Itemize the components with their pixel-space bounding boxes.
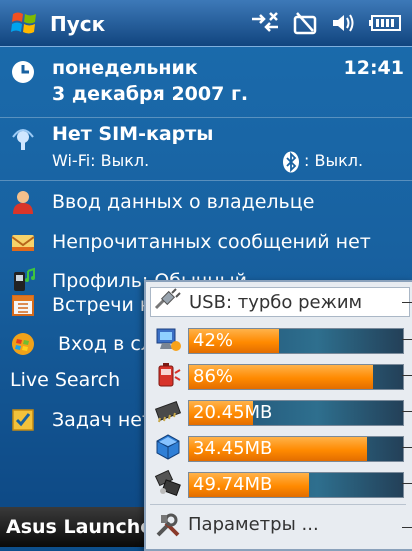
wireless-manager-icon xyxy=(10,125,36,151)
volume-icon[interactable] xyxy=(330,11,356,35)
date-time-item[interactable]: понедельник 3 декабря 2007 г. 12:41 xyxy=(0,53,412,113)
storage-usage-bar: 34.45MB xyxy=(188,436,404,462)
sd-card-meter-item[interactable]: 49.74MB xyxy=(150,466,412,500)
messages-icon xyxy=(10,230,36,256)
storage-usage-value: 34.45MB xyxy=(193,438,273,459)
left-soft-key[interactable]: Asus Launche xyxy=(6,516,153,538)
usb-plug-icon xyxy=(153,288,181,316)
usb-mode-item[interactable]: USB: турбо режим xyxy=(150,287,410,317)
battery-level-value: 86% xyxy=(193,366,234,387)
callout-line xyxy=(402,447,412,448)
day-of-week: понедельник xyxy=(52,57,198,79)
wireless-status-item[interactable]: Нет SIM-карты Wi-Fi: Выкл. : Выкл. xyxy=(0,121,412,177)
cpu-usage-value: 42% xyxy=(193,330,234,351)
wifi-status: Wi-Fi: Выкл. xyxy=(52,151,150,170)
callout-line xyxy=(402,527,412,528)
battery-level-bar: 86% xyxy=(188,364,404,390)
battery-meter-item[interactable]: 86% xyxy=(150,358,412,392)
battery-icon xyxy=(154,361,182,389)
messages-item[interactable]: Непрочитанных сообщений нет xyxy=(0,225,412,261)
network-connectivity-icon[interactable] xyxy=(250,11,280,35)
callout-line xyxy=(402,375,412,376)
asus-launcher-popup: USB: турбо режим 42% 86% 20.45MB 34.45MB… xyxy=(144,280,412,551)
sd-card-usage-value: 49.74MB xyxy=(193,474,273,495)
calendar-icon xyxy=(10,292,36,318)
no-sim-signal-icon[interactable] xyxy=(292,11,318,35)
clock-icon xyxy=(10,59,36,85)
owner-icon xyxy=(10,189,36,215)
owner-info-item[interactable]: Ввод данных о владельце xyxy=(0,185,412,221)
divider xyxy=(150,504,406,505)
appointments-label: Встречи н xyxy=(52,294,153,316)
bluetooth-icon xyxy=(282,151,300,177)
memory-meter-item[interactable]: 20.45MB xyxy=(150,394,412,428)
bluetooth-status: : Выкл. xyxy=(304,151,364,170)
live-search-label: Live Search xyxy=(10,369,121,391)
memory-usage-value: 20.45MB xyxy=(193,402,273,423)
tasks-label: Задач нет xyxy=(52,409,154,431)
cpu-usage-bar: 42% xyxy=(188,328,404,354)
messages-label: Непрочитанных сообщений нет xyxy=(52,231,371,253)
cpu-icon xyxy=(154,325,182,353)
sd-card-icon xyxy=(154,469,182,497)
callout-line xyxy=(402,411,412,412)
owner-info-label: Ввод данных о владельце xyxy=(52,191,315,213)
battery-status-icon[interactable] xyxy=(368,13,402,33)
callout-line xyxy=(402,483,412,484)
divider xyxy=(0,180,412,181)
windows-live-icon xyxy=(10,331,36,357)
storage-meter-item[interactable]: 34.45MB xyxy=(150,430,412,464)
tasks-icon xyxy=(10,407,36,433)
settings-item[interactable]: Параметры ... xyxy=(150,508,412,542)
clock-time: 12:41 xyxy=(343,57,404,79)
divider xyxy=(0,117,412,118)
cpu-meter-item[interactable]: 42% xyxy=(150,322,412,356)
sd-card-usage-bar: 49.74MB xyxy=(188,472,404,498)
sim-status: Нет SIM-карты xyxy=(52,123,214,145)
windows-live-label: Вход в сл xyxy=(58,333,153,355)
memory-usage-bar: 20.45MB xyxy=(188,400,404,426)
status-bar: Пуск xyxy=(0,0,412,47)
windows-start-icon[interactable] xyxy=(10,8,40,38)
settings-tools-icon xyxy=(154,511,182,539)
settings-label: Параметры ... xyxy=(188,514,319,535)
memory-chip-icon xyxy=(154,397,182,425)
callout-line xyxy=(402,339,412,340)
usb-mode-label: USB: турбо режим xyxy=(189,292,363,313)
start-menu-title[interactable]: Пуск xyxy=(50,12,105,36)
full-date: 3 декабря 2007 г. xyxy=(52,83,249,105)
callout-line xyxy=(402,302,412,303)
storage-disk-icon xyxy=(154,433,182,461)
